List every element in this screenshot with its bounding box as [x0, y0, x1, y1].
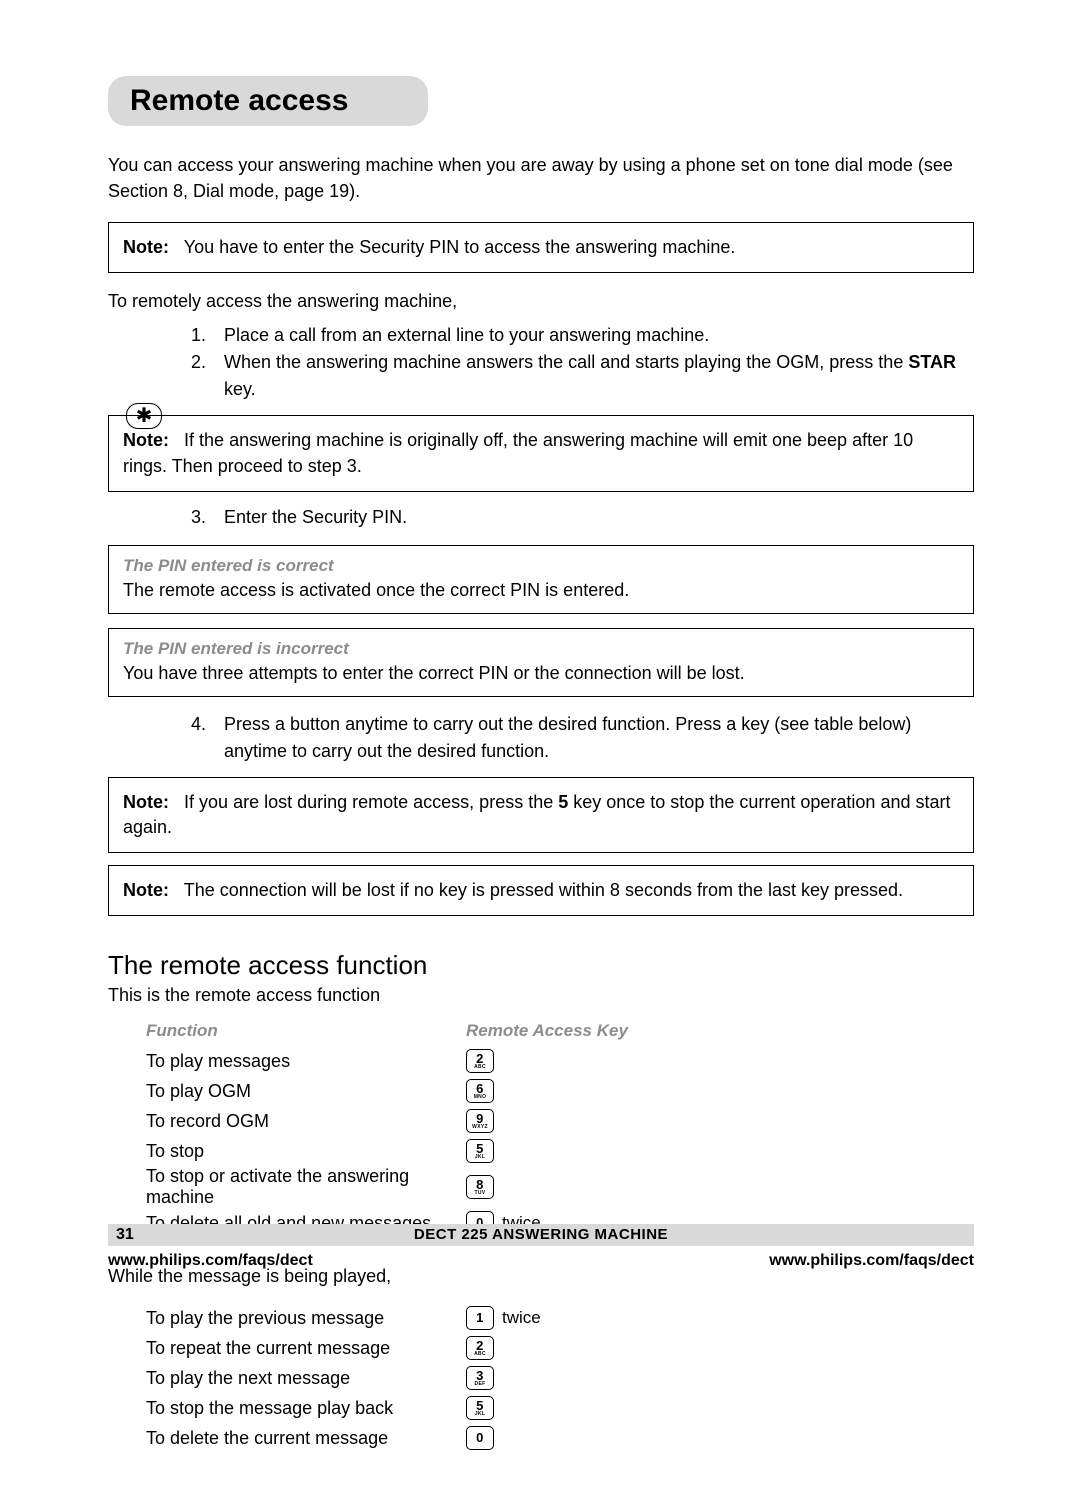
key-cell: 3DEF: [466, 1366, 494, 1390]
star-glyph: ✱: [136, 406, 153, 426]
table-header-key: Remote Access Key: [466, 1021, 628, 1041]
footer-url-left: www.philips.com/faqs/dect: [108, 1252, 313, 1270]
function-cell: To play the previous message: [146, 1308, 466, 1329]
step-number: 3.: [178, 504, 206, 531]
keycap-icon: 5JKL: [466, 1396, 494, 1420]
table-row: To play the previous message1 twice: [146, 1303, 974, 1333]
key-cell: 6MNO: [466, 1079, 494, 1103]
footer-title: DECT 225 ANSWERING MACHINE: [108, 1226, 974, 1243]
step-row: 4. Press a button anytime to carry out t…: [178, 711, 974, 765]
function-cell: To stop the message play back: [146, 1398, 466, 1419]
pin-correct-title: The PIN entered is correct: [123, 556, 959, 576]
step-text-bold: STAR: [908, 352, 956, 372]
note-1-box: Note: You have to enter the Security PIN…: [108, 222, 974, 273]
key-cell: 5JKL: [466, 1139, 494, 1163]
note-2-label: Note:: [123, 430, 169, 450]
subsection-heading: The remote access function: [108, 950, 974, 981]
keycap-icon: 9WXYZ: [466, 1109, 494, 1133]
subsection-intro: This is the remote access function: [108, 985, 974, 1006]
key-suffix: twice: [502, 1308, 541, 1328]
table-row: To stop the message play back5JKL: [146, 1393, 974, 1423]
step-row: 3. Enter the Security PIN.: [178, 504, 974, 531]
after-note-text: To remotely access the answering machine…: [108, 291, 974, 312]
step-row: 2. When the answering machine answers th…: [178, 349, 974, 403]
function-cell: To delete the current message: [146, 1428, 466, 1449]
step-text: Enter the Security PIN.: [224, 504, 974, 531]
keycap-icon: 2ABC: [466, 1336, 494, 1360]
key-cell: 1 twice: [466, 1306, 541, 1330]
table-row: To delete the current message0: [146, 1423, 974, 1453]
step-text: Place a call from an external line to yo…: [224, 322, 974, 349]
note-3-box: Note: If you are lost during remote acce…: [108, 777, 974, 853]
table-row: To play messages2ABC: [146, 1046, 974, 1076]
pin-correct-text: The remote access is activated once the …: [123, 580, 959, 601]
key-cell: 2ABC: [466, 1336, 494, 1360]
function-cell: To record OGM: [146, 1111, 466, 1132]
step-number: 2.: [178, 349, 206, 376]
note-1-label: Note:: [123, 237, 169, 257]
table-row: To record OGM9WXYZ: [146, 1106, 974, 1136]
note-2-box: Note: If the answering machine is origin…: [108, 415, 974, 491]
step-text-pre: When the answering machine answers the c…: [224, 352, 908, 372]
table-row: To play OGM6MNO: [146, 1076, 974, 1106]
step-number: 1.: [178, 322, 206, 349]
function-table-1: Function Remote Access Key To play messa…: [146, 1016, 974, 1238]
note-2-text: If the answering machine is originally o…: [123, 430, 913, 475]
footer-url-right: www.philips.com/faqs/dect: [769, 1252, 974, 1270]
note-3-bold: 5: [558, 792, 568, 812]
function-cell: To play messages: [146, 1051, 466, 1072]
function-cell: To play the next message: [146, 1368, 466, 1389]
table-header-function: Function: [146, 1021, 466, 1041]
key-cell: 9WXYZ: [466, 1109, 494, 1133]
pin-correct-box: The PIN entered is correct The remote ac…: [108, 545, 974, 614]
function-cell: To stop or activate the answering machin…: [146, 1166, 466, 1208]
keycap-icon: 0: [466, 1426, 494, 1450]
pin-incorrect-box: The PIN entered is incorrect You have th…: [108, 628, 974, 697]
table-row: To repeat the current message2ABC: [146, 1333, 974, 1363]
note-3-pre: If you are lost during remote access, pr…: [184, 792, 558, 812]
section-title-pill: Remote access: [108, 76, 428, 126]
steps-1-2: 1. Place a call from an external line to…: [178, 322, 974, 403]
note-3-label: Note:: [123, 792, 169, 812]
function-cell: To repeat the current message: [146, 1338, 466, 1359]
step-3: 3. Enter the Security PIN.: [178, 504, 974, 531]
note-4-box: Note: The connection will be lost if no …: [108, 865, 974, 916]
note-4-label: Note:: [123, 880, 169, 900]
intro-paragraph: You can access your answering machine wh…: [108, 152, 974, 204]
note-4-text: The connection will be lost if no key is…: [184, 880, 903, 900]
step-text-pre: Place a call from an external line to yo…: [224, 325, 709, 345]
key-cell: 0: [466, 1426, 494, 1450]
step-text-post: key.: [224, 379, 256, 399]
function-table-2: To play the previous message1 twice To rep…: [146, 1303, 974, 1453]
keycap-icon: 1: [466, 1306, 494, 1330]
footer-bar: 31 DECT 225 ANSWERING MACHINE: [108, 1224, 974, 1246]
section-title: Remote access: [130, 84, 348, 118]
key-cell: 8TUV: [466, 1175, 494, 1199]
step-text: Press a button anytime to carry out the …: [224, 711, 974, 765]
step-4: 4. Press a button anytime to carry out t…: [178, 711, 974, 765]
key-cell: 2ABC: [466, 1049, 494, 1073]
keycap-icon: 6MNO: [466, 1079, 494, 1103]
keycap-icon: 5JKL: [466, 1139, 494, 1163]
step-row: 1. Place a call from an external line to…: [178, 322, 974, 349]
key-cell: 5JKL: [466, 1396, 494, 1420]
keycap-icon: 8TUV: [466, 1175, 494, 1199]
note-1-text: You have to enter the Security PIN to ac…: [184, 237, 736, 257]
step-text: When the answering machine answers the c…: [224, 349, 974, 403]
pin-incorrect-title: The PIN entered is incorrect: [123, 639, 959, 659]
table-header-row: Function Remote Access Key: [146, 1016, 974, 1046]
table-row: To stop5JKL: [146, 1136, 974, 1166]
keycap-icon: 2ABC: [466, 1049, 494, 1073]
table-row: To stop or activate the answering machin…: [146, 1166, 974, 1208]
function-cell: To stop: [146, 1141, 466, 1162]
keycap-icon: 3DEF: [466, 1366, 494, 1390]
function-cell: To play OGM: [146, 1081, 466, 1102]
pin-incorrect-text: You have three attempts to enter the cor…: [123, 663, 959, 684]
table-row: To play the next message3DEF: [146, 1363, 974, 1393]
step-number: 4.: [178, 711, 206, 738]
star-key-icon: ✱: [126, 403, 162, 429]
